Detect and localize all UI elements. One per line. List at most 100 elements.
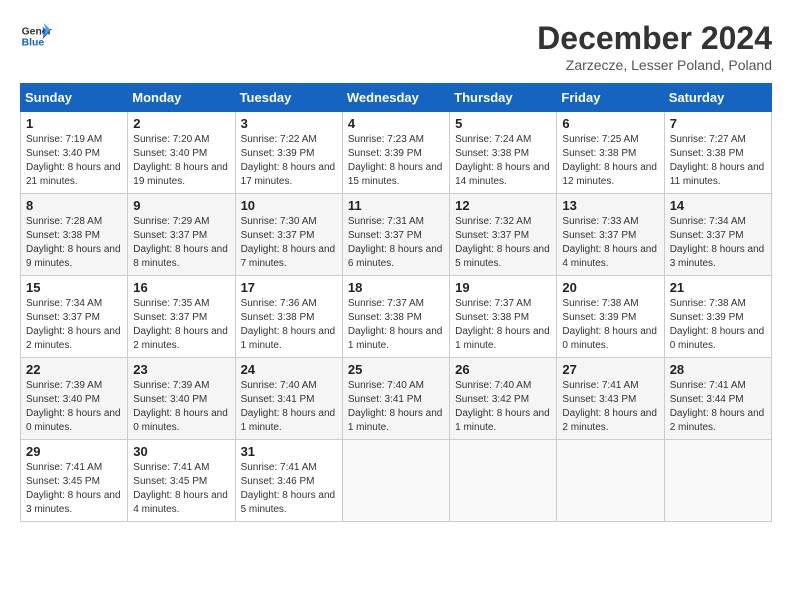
day-number: 10 <box>241 198 337 213</box>
calendar-cell: 22 Sunrise: 7:39 AMSunset: 3:40 PMDayligh… <box>21 358 128 440</box>
day-info: Sunrise: 7:38 AMSunset: 3:39 PMDaylight:… <box>670 297 766 353</box>
day-number: 18 <box>348 280 444 295</box>
day-info: Sunrise: 7:35 AMSunset: 3:37 PMDaylight:… <box>133 297 229 353</box>
day-info: Sunrise: 7:40 AMSunset: 3:41 PMDaylight:… <box>241 379 337 435</box>
calendar-cell <box>450 440 557 522</box>
day-number: 11 <box>348 198 444 213</box>
day-info: Sunrise: 7:25 AMSunset: 3:38 PMDaylight:… <box>562 133 658 189</box>
day-number: 30 <box>133 444 229 459</box>
day-number: 17 <box>241 280 337 295</box>
day-number: 19 <box>455 280 551 295</box>
day-info: Sunrise: 7:29 AMSunset: 3:37 PMDaylight:… <box>133 215 229 271</box>
day-number: 12 <box>455 198 551 213</box>
calendar-cell: 9 Sunrise: 7:29 AMSunset: 3:37 PMDaylight… <box>128 194 235 276</box>
calendar-cell: 6 Sunrise: 7:25 AMSunset: 3:38 PMDaylight… <box>557 112 664 194</box>
day-info: Sunrise: 7:34 AMSunset: 3:37 PMDaylight:… <box>670 215 766 271</box>
month-title: December 2024 <box>537 20 772 57</box>
day-info: Sunrise: 7:40 AMSunset: 3:42 PMDaylight:… <box>455 379 551 435</box>
calendar-week-row: 15 Sunrise: 7:34 AMSunset: 3:37 PMDayligh… <box>21 276 772 358</box>
calendar-cell: 3 Sunrise: 7:22 AMSunset: 3:39 PMDaylight… <box>235 112 342 194</box>
location-subtitle: Zarzecze, Lesser Poland, Poland <box>537 57 772 73</box>
calendar-cell: 30 Sunrise: 7:41 AMSunset: 3:45 PMDayligh… <box>128 440 235 522</box>
calendar-week-row: 1Sunrise: 7:19 AMSunset: 3:40 PMDaylight… <box>21 112 772 194</box>
day-of-week-header: Sunday <box>21 84 128 112</box>
day-number: 28 <box>670 362 766 377</box>
day-info: Sunrise: 7:41 AMSunset: 3:44 PMDaylight:… <box>670 379 766 435</box>
day-number: 9 <box>133 198 229 213</box>
calendar-cell: 4 Sunrise: 7:23 AMSunset: 3:39 PMDaylight… <box>342 112 449 194</box>
calendar-week-row: 22 Sunrise: 7:39 AMSunset: 3:40 PMDayligh… <box>21 358 772 440</box>
day-info: Sunrise: 7:39 AMSunset: 3:40 PMDaylight:… <box>26 379 122 435</box>
calendar-cell: 24 Sunrise: 7:40 AMSunset: 3:41 PMDayligh… <box>235 358 342 440</box>
day-number: 4 <box>348 116 444 131</box>
day-number: 23 <box>133 362 229 377</box>
day-info: Sunrise: 7:39 AMSunset: 3:40 PMDaylight:… <box>133 379 229 435</box>
day-info: Sunrise: 7:33 AMSunset: 3:37 PMDaylight:… <box>562 215 658 271</box>
day-of-week-header: Thursday <box>450 84 557 112</box>
day-info: Sunrise: 7:34 AMSunset: 3:37 PMDaylight:… <box>26 297 122 353</box>
calendar-cell: 5Sunrise: 7:24 AMSunset: 3:38 PMDaylight… <box>450 112 557 194</box>
day-info: Sunrise: 7:41 AMSunset: 3:43 PMDaylight:… <box>562 379 658 435</box>
calendar-cell: 31 Sunrise: 7:41 AMSunset: 3:46 PMDayligh… <box>235 440 342 522</box>
day-info: Sunrise: 7:41 AMSunset: 3:45 PMDaylight:… <box>133 461 229 517</box>
day-info: Sunrise: 7:22 AMSunset: 3:39 PMDaylight:… <box>241 133 337 189</box>
day-number: 21 <box>670 280 766 295</box>
day-info: Sunrise: 7:36 AMSunset: 3:38 PMDaylight:… <box>241 297 337 353</box>
day-of-week-header: Friday <box>557 84 664 112</box>
day-of-week-header: Monday <box>128 84 235 112</box>
day-info: Sunrise: 7:41 AMSunset: 3:45 PMDaylight:… <box>26 461 122 517</box>
calendar-cell: 18 Sunrise: 7:37 AMSunset: 3:38 PMDayligh… <box>342 276 449 358</box>
day-number: 24 <box>241 362 337 377</box>
calendar-header-row: SundayMondayTuesdayWednesdayThursdayFrid… <box>21 84 772 112</box>
calendar-cell: 16 Sunrise: 7:35 AMSunset: 3:37 PMDayligh… <box>128 276 235 358</box>
day-info: Sunrise: 7:30 AMSunset: 3:37 PMDaylight:… <box>241 215 337 271</box>
day-info: Sunrise: 7:32 AMSunset: 3:37 PMDaylight:… <box>455 215 551 271</box>
calendar-cell: 20 Sunrise: 7:38 AMSunset: 3:39 PMDayligh… <box>557 276 664 358</box>
calendar-cell: 1Sunrise: 7:19 AMSunset: 3:40 PMDaylight… <box>21 112 128 194</box>
calendar-cell: 29 Sunrise: 7:41 AMSunset: 3:45 PMDayligh… <box>21 440 128 522</box>
calendar-week-row: 8Sunrise: 7:28 AMSunset: 3:38 PMDaylight… <box>21 194 772 276</box>
calendar-cell: 21 Sunrise: 7:38 AMSunset: 3:39 PMDayligh… <box>664 276 771 358</box>
day-number: 27 <box>562 362 658 377</box>
title-block: December 2024 Zarzecze, Lesser Poland, P… <box>537 20 772 73</box>
day-info: Sunrise: 7:19 AMSunset: 3:40 PMDaylight:… <box>26 133 122 189</box>
calendar-cell <box>557 440 664 522</box>
day-info: Sunrise: 7:41 AMSunset: 3:46 PMDaylight:… <box>241 461 337 517</box>
calendar-cell: 15 Sunrise: 7:34 AMSunset: 3:37 PMDayligh… <box>21 276 128 358</box>
calendar-cell: 13 Sunrise: 7:33 AMSunset: 3:37 PMDayligh… <box>557 194 664 276</box>
day-number: 6 <box>562 116 658 131</box>
day-of-week-header: Tuesday <box>235 84 342 112</box>
calendar-cell: 25 Sunrise: 7:40 AMSunset: 3:41 PMDayligh… <box>342 358 449 440</box>
day-info: Sunrise: 7:31 AMSunset: 3:37 PMDaylight:… <box>348 215 444 271</box>
calendar-cell: 14 Sunrise: 7:34 AMSunset: 3:37 PMDayligh… <box>664 194 771 276</box>
calendar-week-row: 29 Sunrise: 7:41 AMSunset: 3:45 PMDayligh… <box>21 440 772 522</box>
day-info: Sunrise: 7:27 AMSunset: 3:38 PMDaylight:… <box>670 133 766 189</box>
day-info: Sunrise: 7:40 AMSunset: 3:41 PMDaylight:… <box>348 379 444 435</box>
day-info: Sunrise: 7:20 AMSunset: 3:40 PMDaylight:… <box>133 133 229 189</box>
calendar-cell: 2Sunrise: 7:20 AMSunset: 3:40 PMDaylight… <box>128 112 235 194</box>
calendar-cell: 17 Sunrise: 7:36 AMSunset: 3:38 PMDayligh… <box>235 276 342 358</box>
day-info: Sunrise: 7:24 AMSunset: 3:38 PMDaylight:… <box>455 133 551 189</box>
day-number: 14 <box>670 198 766 213</box>
day-number: 7 <box>670 116 766 131</box>
calendar-table: SundayMondayTuesdayWednesdayThursdayFrid… <box>20 83 772 522</box>
day-number: 8 <box>26 198 122 213</box>
day-number: 29 <box>26 444 122 459</box>
calendar-cell: 7 Sunrise: 7:27 AMSunset: 3:38 PMDaylight… <box>664 112 771 194</box>
day-number: 20 <box>562 280 658 295</box>
day-number: 15 <box>26 280 122 295</box>
calendar-cell <box>664 440 771 522</box>
day-info: Sunrise: 7:37 AMSunset: 3:38 PMDaylight:… <box>348 297 444 353</box>
day-number: 3 <box>241 116 337 131</box>
day-info: Sunrise: 7:38 AMSunset: 3:39 PMDaylight:… <box>562 297 658 353</box>
day-number: 26 <box>455 362 551 377</box>
calendar-cell: 26 Sunrise: 7:40 AMSunset: 3:42 PMDayligh… <box>450 358 557 440</box>
day-number: 16 <box>133 280 229 295</box>
day-number: 22 <box>26 362 122 377</box>
day-info: Sunrise: 7:23 AMSunset: 3:39 PMDaylight:… <box>348 133 444 189</box>
day-number: 31 <box>241 444 337 459</box>
svg-text:Blue: Blue <box>22 38 45 49</box>
calendar-cell <box>342 440 449 522</box>
day-number: 13 <box>562 198 658 213</box>
day-number: 25 <box>348 362 444 377</box>
